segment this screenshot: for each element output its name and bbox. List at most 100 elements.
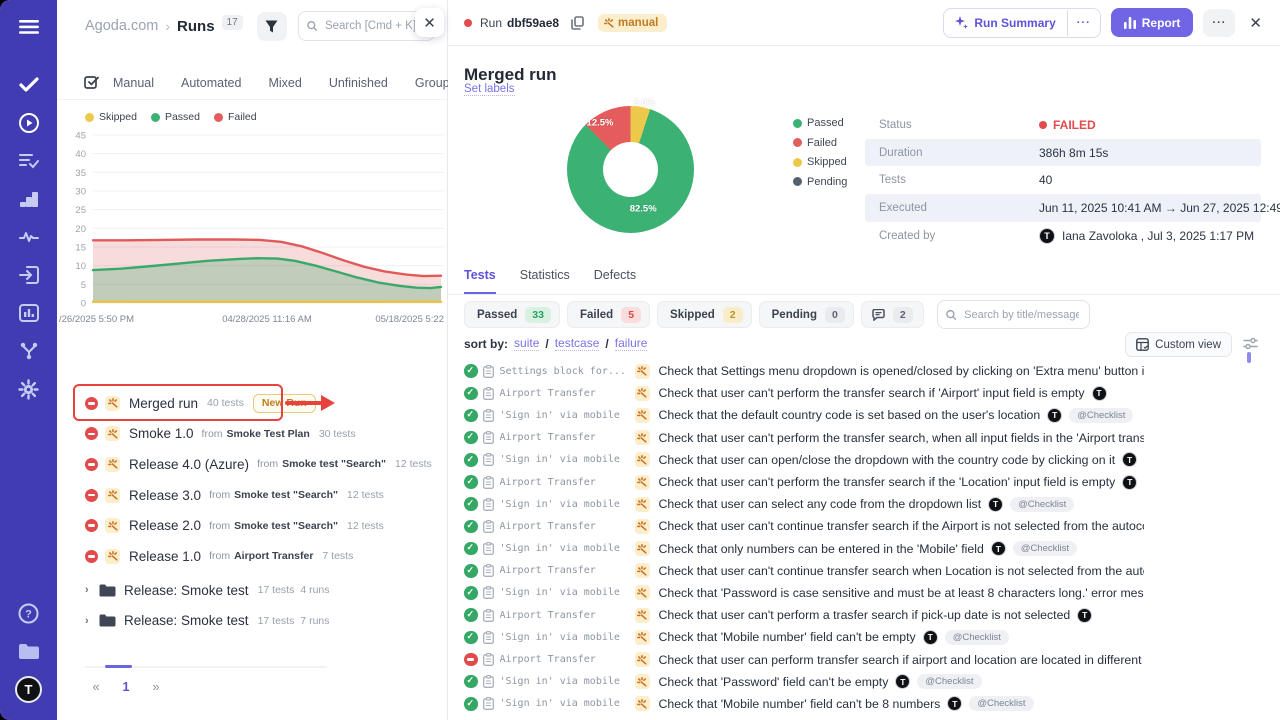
test-runs-icon[interactable] <box>12 106 46 140</box>
donut-legend-item: Passed <box>793 117 847 129</box>
test-row[interactable]: Airport Transfer Check that user can't c… <box>464 515 1144 537</box>
custom-view-button[interactable]: Custom view <box>1125 332 1232 357</box>
svg-text:/26/2025 5:50 PM: /26/2025 5:50 PM <box>59 314 134 325</box>
test-case-clipboard-icon <box>483 453 494 466</box>
manual-run-icon <box>105 426 120 441</box>
run-list-item[interactable]: Merged run 40 tests New Run <box>85 388 439 419</box>
test-row[interactable]: 'Sign in' via mobile Check that only num… <box>464 538 1144 560</box>
filter-button[interactable] <box>257 12 287 41</box>
more-options-button[interactable]: ··· <box>1203 9 1235 37</box>
test-cases-icon[interactable] <box>12 68 46 102</box>
test-row[interactable]: 'Sign in' via mobile Check that 'Passwor… <box>464 671 1144 693</box>
run-failed-dot <box>464 19 472 27</box>
svg-text:45: 45 <box>75 131 86 142</box>
run-list-item[interactable]: Release 2.0 from Smoke test "Search" 12 … <box>85 510 439 541</box>
run-list-item[interactable]: Release 1.0 from Airport Transfer 7 test… <box>85 541 439 572</box>
test-row[interactable]: 'Sign in' via mobile Check that the defa… <box>464 404 1144 426</box>
tests-search-input[interactable] <box>962 308 1081 322</box>
sort-option-link[interactable]: suite <box>514 336 539 351</box>
pagination-thumb[interactable] <box>105 665 132 668</box>
run-detail-tab[interactable]: Defects <box>594 268 636 294</box>
run-summary-more-button[interactable]: ··· <box>1067 10 1100 36</box>
milestones-icon[interactable] <box>12 182 46 216</box>
test-row[interactable]: Airport Transfer Check that user can't c… <box>464 560 1144 582</box>
select-runs-icon[interactable] <box>84 74 99 92</box>
status-filter-chips: Passed 33 Failed 5 Skipped 2 Pendin <box>464 301 861 328</box>
report-button[interactable]: Report <box>1111 8 1194 37</box>
set-labels-link[interactable]: Set labels <box>464 83 515 96</box>
run-list-item[interactable]: Release 3.0 from Smoke test "Search" 12 … <box>85 480 439 511</box>
pagination-page-1[interactable]: 1 <box>111 680 141 694</box>
defects-icon[interactable] <box>12 220 46 254</box>
summary-row: Status FAILED <box>865 111 1261 139</box>
run-detail-tab[interactable]: Statistics <box>520 268 570 294</box>
svg-text:10: 10 <box>75 261 86 272</box>
pagination-prev[interactable]: « <box>81 679 111 694</box>
user-avatar[interactable]: T <box>12 672 46 706</box>
test-row[interactable]: 'Sign in' via mobile Check that user can… <box>464 449 1144 471</box>
comments-filter-chip[interactable]: 2 <box>861 301 924 328</box>
legend-dot <box>151 113 160 122</box>
run-status-icon <box>85 458 98 471</box>
close-run-detail-button[interactable]: ✕ <box>1249 14 1262 32</box>
test-row[interactable]: 'Sign in' via mobile Check that 'Mobile … <box>464 626 1144 648</box>
status-filter-chip[interactable]: Failed 5 <box>567 301 650 328</box>
test-case-clipboard-icon <box>483 564 494 577</box>
manual-test-icon <box>635 585 650 600</box>
test-row[interactable]: Airport Transfer Check that user can't p… <box>464 604 1144 626</box>
test-status-icon <box>464 697 478 711</box>
test-row[interactable]: Settings block for... Check that Setting… <box>464 360 1144 382</box>
tag-badge: @Checklist <box>1013 541 1077 556</box>
manual-run-icon <box>105 457 120 472</box>
run-summary-button[interactable]: Run Summary <box>944 9 1066 37</box>
help-icon[interactable]: ? <box>12 596 46 630</box>
run-group-item[interactable]: › Release: Smoke test 17 tests 4 runs <box>85 575 439 606</box>
tests-search[interactable] <box>937 300 1090 329</box>
hamburger-menu-icon[interactable] <box>12 10 46 44</box>
copy-run-id-button[interactable] <box>571 16 584 30</box>
chevron-right-icon[interactable]: › <box>85 584 99 596</box>
list-scrollbar-thumb[interactable] <box>1247 352 1251 363</box>
runs-tab[interactable]: Mixed <box>268 76 301 90</box>
test-row[interactable]: 'Sign in' via mobile Check that 'Passwor… <box>464 582 1144 604</box>
pagination-next[interactable]: » <box>141 679 171 694</box>
status-filter-chip[interactable]: Skipped 2 <box>657 301 752 328</box>
status-filter-chip[interactable]: Pending 0 <box>759 301 854 328</box>
sort-option-link[interactable]: testcase <box>555 336 600 351</box>
shared-steps-icon[interactable] <box>12 144 46 178</box>
manual-test-icon <box>635 519 650 534</box>
runs-search-input[interactable] <box>323 19 426 33</box>
test-row[interactable]: Airport Transfer Check that user can't p… <box>464 427 1144 449</box>
chevron-right-icon[interactable]: › <box>85 615 99 627</box>
test-status-icon <box>464 497 478 511</box>
runs-tab[interactable]: Automated <box>181 76 241 90</box>
runs-tab[interactable]: Unfinished <box>329 76 388 90</box>
run-list-item[interactable]: Release 4.0 (Azure) from Smoke test "Sea… <box>85 449 439 480</box>
test-row[interactable]: Airport Transfer Check that user can't p… <box>464 471 1144 493</box>
search-icon <box>307 20 317 32</box>
integrations-icon[interactable] <box>12 334 46 368</box>
runs-tab[interactable]: Manual <box>113 76 154 90</box>
run-group-item[interactable]: › Release: Smoke test 17 tests 7 runs <box>85 606 439 637</box>
test-status-icon <box>464 431 478 445</box>
run-list-item[interactable]: Smoke 1.0 from Smoke Test Plan 30 tests <box>85 419 439 450</box>
breadcrumb-section[interactable]: Runs <box>177 18 215 35</box>
sort-option-link[interactable]: failure <box>615 336 648 351</box>
breadcrumb-project[interactable]: Agoda.com <box>85 18 158 34</box>
test-row[interactable]: 'Sign in' via mobile Check that user can… <box>464 493 1144 515</box>
requirements-icon[interactable] <box>12 258 46 292</box>
test-case-clipboard-icon <box>483 387 494 400</box>
reports-icon[interactable] <box>12 296 46 330</box>
settings-gear-icon[interactable] <box>12 372 46 406</box>
run-status-icon <box>85 519 98 532</box>
run-detail-tab[interactable]: Tests <box>464 268 496 294</box>
run-status-icon <box>85 550 98 563</box>
test-row[interactable]: Airport Transfer Check that user can't p… <box>464 382 1144 404</box>
projects-folder-icon[interactable] <box>12 634 46 668</box>
status-filter-chip[interactable]: Passed 33 <box>464 301 560 328</box>
svg-text:15: 15 <box>75 243 86 254</box>
test-row[interactable]: 'Sign in' via mobile Check that 'Mobile … <box>464 693 1144 715</box>
test-row[interactable]: Airport Transfer Check that user can per… <box>464 648 1144 670</box>
donut-legend-item: Failed <box>793 137 847 149</box>
close-panel-button[interactable]: ✕ <box>415 8 444 37</box>
